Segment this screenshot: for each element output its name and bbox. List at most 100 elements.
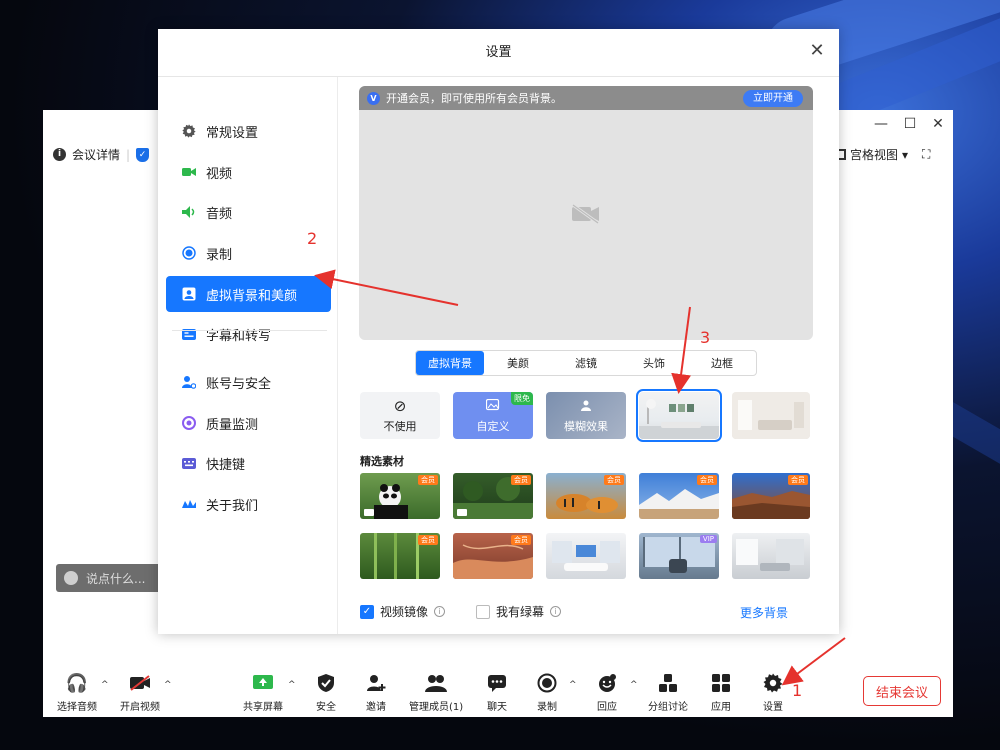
sidebar-item-account[interactable]: 账号与安全 (166, 364, 331, 400)
sidebar-item-audio[interactable]: 音频 (166, 194, 331, 230)
background-thumb-living-room[interactable] (732, 392, 810, 439)
reaction-icon (596, 672, 618, 694)
toolbar-audio[interactable]: 🎧 选择音频 (57, 672, 97, 714)
emoji-icon[interactable] (64, 571, 78, 585)
open-membership-button[interactable]: 立即开通 (743, 90, 803, 107)
sidebar-item-captions[interactable]: 字幕和转写 (166, 316, 331, 352)
gallery-thumb[interactable] (732, 533, 810, 579)
tab-virtual-background[interactable]: 虚拟背景 (416, 351, 484, 375)
toolbar-share[interactable]: 共享屏幕 (243, 672, 283, 713)
toolbar-label: 安全 (316, 702, 336, 713)
member-badge: 会员 (418, 535, 438, 545)
sidebar-item-about[interactable]: 关于我们 (166, 486, 331, 522)
living-room-image (732, 392, 810, 439)
settings-content: V 开通会员，即可使用所有会员背景。 立即开通 虚拟背景 美颜 滤镜 头饰 边框… (339, 77, 839, 634)
info-icon: i (53, 148, 66, 161)
shield-icon[interactable]: ✓ (136, 147, 150, 162)
toolbar-settings[interactable]: 设置 (763, 672, 783, 713)
chevron-up-icon[interactable]: ^ (164, 680, 172, 690)
sidebar-item-label: 音频 (206, 206, 233, 222)
mirror-checkbox[interactable]: ✓ (360, 604, 374, 619)
sidebar-item-label: 字幕和转写 (206, 328, 272, 344)
info-icon[interactable]: i (434, 606, 446, 617)
invite-icon (366, 672, 386, 694)
sidebar-item-video[interactable]: 视频 (166, 154, 331, 190)
toolbar-label: 共享屏幕 (243, 702, 283, 713)
tab-headwear[interactable]: 头饰 (620, 351, 688, 375)
sidebar-item-quality[interactable]: 质量监测 (166, 405, 331, 441)
view-switch-button[interactable]: 宫格视图 ▾ ⛶ (835, 146, 930, 163)
tab-frame[interactable]: 边框 (688, 351, 756, 375)
account-icon (182, 375, 196, 389)
mirror-option[interactable]: ✓ 视频镜像 i (360, 603, 446, 620)
video-preview: V 开通会员，即可使用所有会员背景。 立即开通 (359, 86, 813, 340)
members-icon (424, 672, 448, 694)
member-badge: 会员 (511, 535, 531, 545)
gallery-thumb[interactable] (546, 533, 626, 579)
window-close-icon[interactable]: ✕ (928, 116, 948, 134)
toolbar-security[interactable]: 安全 (316, 672, 336, 713)
tab-filter[interactable]: 滤镜 (552, 351, 620, 375)
settings-dialog: 设置 ✕ 常规设置 视频 音频 录制 虚拟背景和美颜 字幕和转写 账号与安全 质… (158, 29, 839, 634)
record-icon (537, 672, 557, 694)
toolbar-invite[interactable]: 邀请 (366, 672, 386, 713)
chat-placeholder: 说点什么... (86, 571, 146, 586)
greenscreen-option[interactable]: 我有绿幕 i (476, 603, 562, 620)
option-label: 自定义 (476, 420, 510, 433)
audio-icon (182, 205, 196, 219)
video-thumb-icon (457, 509, 467, 516)
gallery-thumb[interactable]: 会员 (360, 473, 440, 519)
toolbar-record[interactable]: 录制 (537, 672, 557, 713)
toolbar-chat[interactable]: 聊天 (487, 672, 507, 713)
share-screen-icon (252, 672, 274, 694)
meeting-toolbar: 🎧 选择音频 ^ 开启视频 ^ 共享屏幕 ^ 安全 邀请 管理成员(1) 聊天 … (43, 658, 953, 714)
sidebar-item-shortcuts[interactable]: 快捷键 (166, 445, 331, 481)
greenscreen-checkbox[interactable] (476, 604, 490, 619)
gallery-thumb[interactable]: VIP (639, 533, 719, 579)
toolbar-label: 设置 (763, 702, 783, 713)
option-label: 模糊效果 (564, 420, 608, 433)
end-meeting-button[interactable]: 结束会议 (863, 676, 941, 706)
gallery-thumb[interactable]: 会员 (639, 473, 719, 519)
about-icon (182, 497, 196, 511)
toolbar-video[interactable]: 开启视频 (120, 672, 160, 713)
gallery-thumb[interactable]: 会员 (546, 473, 626, 519)
toolbar-apps[interactable]: 应用 (711, 672, 731, 713)
meeting-info[interactable]: i 会议详情 | ✓ (53, 146, 150, 163)
gallery-thumb[interactable]: 会员 (453, 473, 533, 519)
gallery-room-image (639, 399, 719, 439)
minimize-icon[interactable]: — (871, 116, 891, 134)
info-icon[interactable]: i (550, 606, 562, 617)
chevron-up-icon[interactable]: ^ (101, 680, 109, 690)
chevron-up-icon[interactable]: ^ (569, 680, 577, 690)
tab-beauty[interactable]: 美颜 (484, 351, 552, 375)
toolbar-reaction[interactable]: 回应 (596, 672, 618, 713)
background-thumb-gallery-room[interactable] (636, 389, 722, 442)
membership-promo-bar: V 开通会员，即可使用所有会员背景。 立即开通 (359, 86, 813, 110)
dialog-title: 设置 (158, 29, 839, 77)
chevron-up-icon[interactable]: ^ (288, 680, 296, 690)
toolbar-breakout[interactable]: 分组讨论 (648, 672, 688, 713)
gallery-thumb[interactable]: 会员 (360, 533, 440, 579)
sidebar-item-general[interactable]: 常规设置 (166, 113, 331, 149)
maximize-icon[interactable]: ☐ (900, 116, 920, 134)
background-blur-option[interactable]: 模糊效果 (546, 392, 626, 439)
video-off-icon (129, 672, 151, 694)
close-icon[interactable]: ✕ (807, 41, 827, 61)
divider: | (126, 147, 131, 162)
sidebar-item-label: 常规设置 (206, 125, 259, 141)
vip-badge: VIP (699, 535, 717, 543)
background-custom-option[interactable]: 限免 自定义 (453, 392, 533, 439)
member-badge: 会员 (604, 475, 624, 485)
more-backgrounds-link[interactable]: 更多背景 (740, 604, 788, 621)
member-badge: 会员 (418, 475, 438, 485)
gallery-thumb[interactable]: 会员 (732, 473, 810, 519)
gallery-thumb[interactable]: 会员 (453, 533, 533, 579)
background-none-option[interactable]: ⊘ 不使用 (360, 392, 440, 439)
toolbar-members[interactable]: 管理成员(1) (409, 672, 463, 713)
sidebar-item-virtual-background[interactable]: 虚拟背景和美颜 (166, 276, 331, 312)
chevron-down-icon: ▾ (902, 147, 909, 162)
camera-off-icon (571, 203, 601, 225)
fullscreen-icon[interactable]: ⛶ (922, 147, 930, 162)
chevron-up-icon[interactable]: ^ (630, 680, 638, 690)
